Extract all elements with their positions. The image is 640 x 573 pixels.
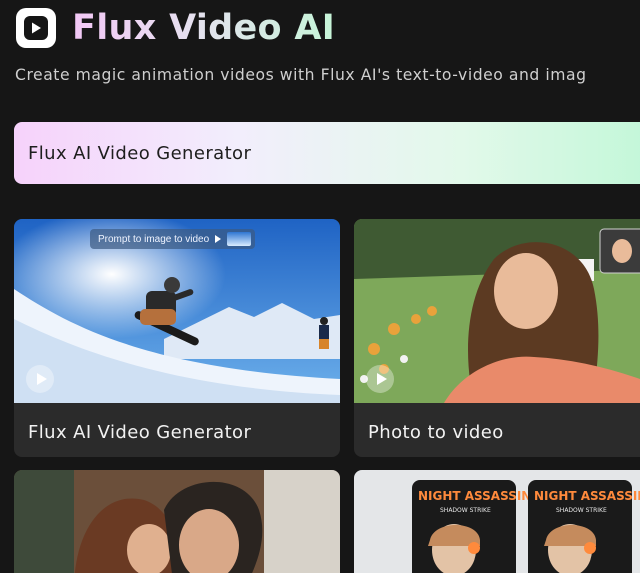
play-triangle-icon [215, 235, 222, 243]
selfie-thumbnail [354, 219, 640, 403]
toy-thumbnail: NIGHT ASSASSIN SHADOW STRIKE NIGHT ASSAS… [354, 470, 640, 573]
app-title: Flux Video AI [72, 8, 336, 48]
couple-thumbnail [14, 470, 340, 573]
play-icon[interactable] [26, 365, 54, 393]
play-logo-icon [24, 16, 48, 40]
page-subtitle: Create magic animation videos with Flux … [15, 66, 587, 84]
poster-subtitle: SHADOW STRIKE [440, 507, 491, 514]
play-icon[interactable] [366, 365, 394, 393]
app-logo[interactable] [16, 8, 56, 48]
poster-subtitle: SHADOW STRIKE [556, 507, 607, 514]
video-card-couple[interactable] [14, 470, 340, 573]
poster-title: NIGHT ASSASSIN [418, 489, 531, 503]
poster-title: NIGHT ASSASSIN [534, 489, 640, 503]
chip-label: Prompt to image to video [98, 233, 210, 245]
card-caption: Photo to video [368, 422, 504, 443]
video-card-generator[interactable]: Prompt to image to video Flux AI Video G… [14, 219, 340, 457]
app-header: Flux Video AI [16, 8, 335, 48]
prompt-chip[interactable]: Prompt to image to video [90, 229, 256, 249]
video-card-toys[interactable]: NIGHT ASSASSIN SHADOW STRIKE NIGHT ASSAS… [354, 470, 640, 573]
video-card-photo[interactable]: Photo to video [354, 219, 640, 457]
hero-label: Flux AI Video Generator [28, 142, 252, 164]
chip-thumbnail [227, 232, 252, 246]
card-caption: Flux AI Video Generator [28, 422, 252, 443]
hero-banner[interactable]: Flux AI Video Generator [14, 122, 640, 184]
